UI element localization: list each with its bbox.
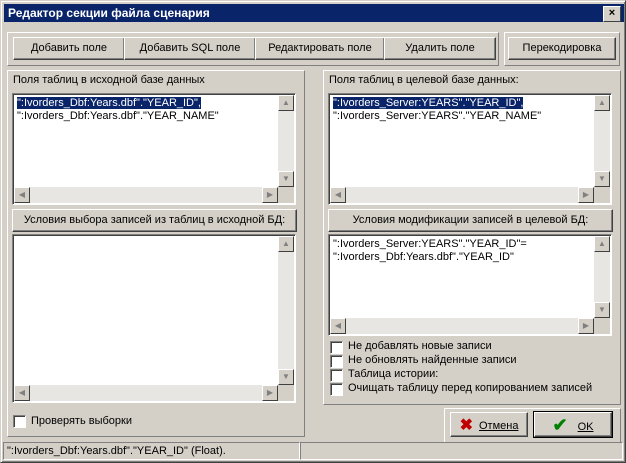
edit-field-button[interactable]: Редактировать поле [255, 37, 385, 60]
vertical-scrollbar[interactable]: ▲ ▼ [594, 236, 610, 318]
vertical-scrollbar[interactable]: ▲ ▼ [278, 236, 294, 385]
scroll-corner [278, 187, 294, 203]
window-title: Редактор секции файла сценария [8, 6, 210, 20]
clear-table-label: Очищать таблицу перед копированием запис… [348, 382, 593, 394]
horizontal-scrollbar[interactable]: ◀ ▶ [14, 385, 278, 401]
source-fields-label: Поля таблиц в исходной базе данных [13, 74, 205, 86]
cancel-button[interactable]: ✖ Отмена [450, 412, 528, 437]
ok-label: OK [577, 421, 594, 433]
horizontal-scrollbar[interactable]: ◀ ▶ [330, 318, 594, 334]
ok-button[interactable]: ✔ OK [533, 411, 613, 438]
close-button[interactable]: × [603, 6, 621, 22]
check-selections-checkbox[interactable] [13, 415, 26, 428]
status-bar-panel [300, 442, 623, 460]
source-conditions-button[interactable]: Условия выбора записей из таблиц в исход… [12, 209, 297, 232]
source-fields-list[interactable]: ":Ivorders_Dbf:Years.dbf"."YEAR_ID", ":I… [12, 93, 296, 205]
add-field-button[interactable]: Добавить поле [13, 37, 125, 60]
status-bar-text: ":Ivorders_Dbf:Years.dbf"."YEAR_ID" (Flo… [3, 442, 300, 460]
delete-field-button[interactable]: Удалить поле [384, 37, 496, 60]
source-field-item[interactable]: ":Ivorders_Dbf:Years.dbf"."YEAR_ID", [17, 97, 201, 109]
history-table-label: Таблица истории: [348, 368, 439, 380]
scroll-right-icon[interactable]: ▶ [262, 385, 278, 401]
target-conditions-editor[interactable]: ":Ivorders_Server:YEARS"."YEAR_ID"= ":Iv… [328, 234, 612, 336]
recode-button[interactable]: Перекодировка [508, 37, 616, 60]
no-add-new-label: Не добавлять новые записи [348, 340, 492, 352]
scroll-up-icon[interactable]: ▲ [278, 95, 294, 111]
source-field-item[interactable]: ":Ivorders_Dbf:Years.dbf"."YEAR_NAME" [17, 110, 219, 122]
no-update-found-checkbox[interactable] [330, 355, 343, 368]
target-field-item[interactable]: ":Ivorders_Server:YEARS"."YEAR_NAME" [333, 110, 541, 122]
title-bar: Редактор секции файла сценария × [4, 4, 624, 22]
horizontal-scrollbar[interactable]: ◀ ▶ [14, 187, 278, 203]
scroll-left-icon[interactable]: ◀ [14, 187, 30, 203]
scroll-down-icon[interactable]: ▼ [278, 369, 294, 385]
check-selections-label: Проверять выборки [31, 415, 132, 427]
target-fields-label: Поля таблиц в целевой базе данных: [329, 74, 519, 86]
target-condition-line: ":Ivorders_Dbf:Years.dbf"."YEAR_ID" [333, 251, 514, 263]
clear-table-checkbox[interactable] [330, 383, 343, 396]
scroll-down-icon[interactable]: ▼ [594, 302, 610, 318]
scroll-down-icon[interactable]: ▼ [278, 171, 294, 187]
scroll-corner [594, 187, 610, 203]
scroll-up-icon[interactable]: ▲ [594, 95, 610, 111]
no-add-new-checkbox[interactable] [330, 341, 343, 354]
scroll-up-icon[interactable]: ▲ [278, 236, 294, 252]
target-fields-list[interactable]: ":Ivorders_Server:YEARS"."YEAR_ID", ":Iv… [328, 93, 612, 205]
scroll-corner [278, 385, 294, 401]
scroll-right-icon[interactable]: ▶ [262, 187, 278, 203]
history-table-checkbox[interactable] [330, 369, 343, 382]
vertical-scrollbar[interactable]: ▲ ▼ [594, 95, 610, 187]
source-conditions-editor[interactable]: ▲ ▼ ◀ ▶ [12, 234, 296, 403]
scroll-left-icon[interactable]: ◀ [330, 187, 346, 203]
cancel-label: Отмена [478, 420, 519, 432]
add-sql-field-button[interactable]: Добавить SQL поле [124, 37, 256, 60]
scroll-right-icon[interactable]: ▶ [578, 318, 594, 334]
close-icon: × [608, 7, 616, 19]
x-icon: ✖ [459, 417, 473, 434]
editor-window: Редактор секции файла сценария × Добавит… [0, 0, 626, 463]
scroll-right-icon[interactable]: ▶ [578, 187, 594, 203]
target-field-item[interactable]: ":Ivorders_Server:YEARS"."YEAR_ID", [333, 97, 524, 109]
target-conditions-button[interactable]: Условия модификации записей в целевой БД… [328, 209, 613, 232]
no-update-found-label: Не обновлять найденные записи [348, 354, 517, 366]
scroll-left-icon[interactable]: ◀ [14, 385, 30, 401]
scroll-corner [594, 318, 610, 334]
scroll-left-icon[interactable]: ◀ [330, 318, 346, 334]
scroll-down-icon[interactable]: ▼ [594, 171, 610, 187]
target-condition-line: ":Ivorders_Server:YEARS"."YEAR_ID"= [333, 238, 527, 250]
check-icon: ✔ [552, 415, 568, 435]
scroll-up-icon[interactable]: ▲ [594, 236, 610, 252]
horizontal-scrollbar[interactable]: ◀ ▶ [330, 187, 594, 203]
vertical-scrollbar[interactable]: ▲ ▼ [278, 95, 294, 187]
